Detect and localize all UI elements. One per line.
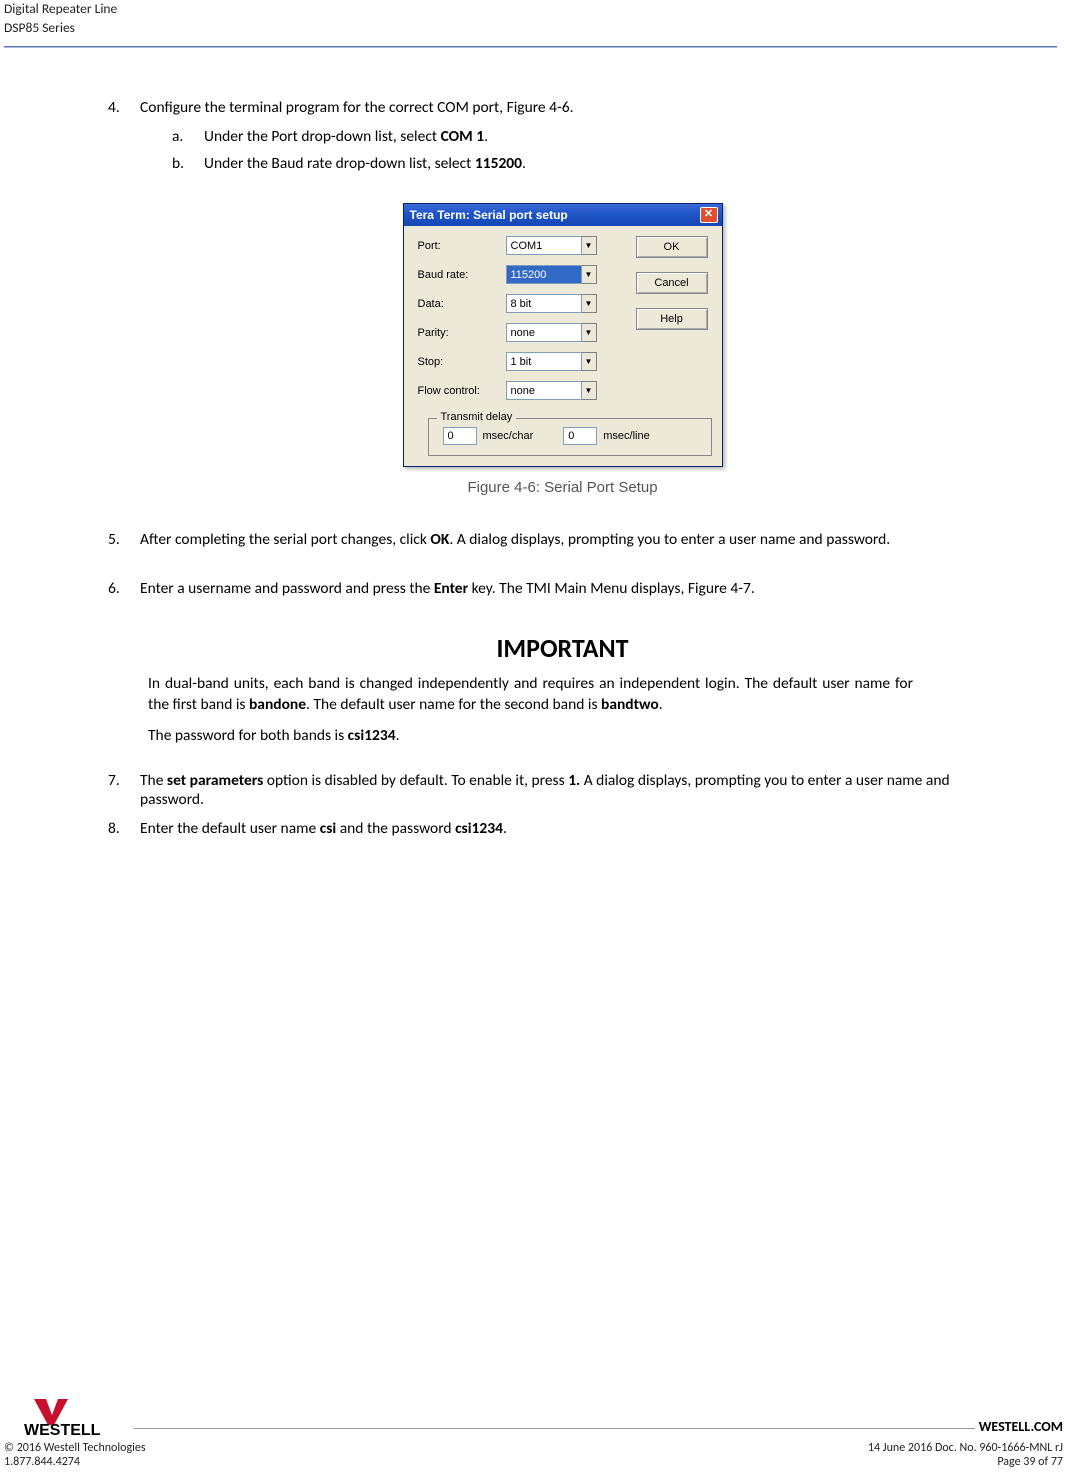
step5-post: . A dialog displays, prompting you to en… — [449, 530, 890, 549]
important-p2c: . — [396, 726, 400, 745]
transmit-delay-group: Transmit delay 0 msec/char 0 msec/line — [428, 418, 712, 456]
svg-text:WESTELL: WESTELL — [24, 1422, 101, 1437]
step4a-text: Under the Port drop-down list, select CO… — [204, 127, 1017, 146]
step8-post: . — [503, 819, 507, 838]
step4a-pre: Under the Port drop-down list, select — [204, 127, 441, 146]
close-icon[interactable]: ✕ — [700, 207, 718, 223]
step6-bold: Enter — [434, 579, 468, 598]
msec-char-input[interactable]: 0 — [443, 427, 477, 445]
important-bandtwo: bandtwo — [601, 695, 659, 714]
data-label: Data: — [418, 298, 506, 310]
important-heading: IMPORTANT — [108, 632, 1017, 664]
step8-mid: and the password — [336, 819, 455, 838]
step8-pre: Enter the default user name — [140, 819, 320, 838]
step4a-bold: COM 1 — [441, 127, 484, 146]
step5-text: After completing the serial port changes… — [140, 530, 1017, 549]
header-line1: Digital Repeater Line — [4, 0, 1057, 19]
step7-mid: option is disabled by default. To enable… — [263, 771, 568, 790]
msec-line-unit: msec/line — [603, 430, 649, 442]
transmit-legend: Transmit delay — [437, 411, 517, 423]
step4b-bold: 115200 — [475, 154, 522, 173]
step4a-post: . — [484, 127, 488, 146]
dialog-title: Tera Term: Serial port setup — [410, 208, 568, 222]
important-p2: The password for both bands is csi1234. — [148, 726, 913, 747]
step4b-number: b. — [172, 154, 204, 173]
step8-text: Enter the default user name csi and the … — [140, 819, 1017, 838]
chevron-down-icon[interactable]: ▼ — [582, 236, 597, 255]
step5-pre: After completing the serial port changes… — [140, 530, 430, 549]
footer-page: Page 39 of 77 — [997, 1455, 1063, 1469]
footer-docline: 14 June 2016 Doc. No. 960-1666-MNL rJ — [868, 1441, 1063, 1455]
important-p1c: . — [659, 695, 663, 714]
help-button[interactable]: Help — [636, 308, 708, 330]
westell-logo: WESTELL — [24, 1397, 134, 1437]
footer-brand: WESTELL.COM — [979, 1418, 1063, 1435]
parity-select[interactable]: none — [506, 323, 582, 342]
step6-post: key. The TMI Main Menu displays, Figure … — [468, 579, 755, 598]
data-select[interactable]: 8 bit — [506, 294, 582, 313]
important-password: csi1234 — [348, 726, 396, 745]
step4b-text: Under the Baud rate drop-down list, sele… — [204, 154, 1017, 173]
step5-bold: OK — [430, 530, 449, 549]
msec-char-unit: msec/char — [483, 430, 534, 442]
important-bandone: bandone — [249, 695, 306, 714]
step6-pre: Enter a username and password and press … — [140, 579, 434, 598]
chevron-down-icon[interactable]: ▼ — [582, 265, 597, 284]
step8-bold1: csi — [320, 819, 336, 838]
flow-label: Flow control: — [418, 385, 506, 397]
header-line2: DSP85 Series — [4, 19, 1057, 38]
cancel-button[interactable]: Cancel — [636, 272, 708, 294]
step4-text: Configure the terminal program for the c… — [140, 98, 1017, 117]
chevron-down-icon[interactable]: ▼ — [582, 381, 597, 400]
chevron-down-icon[interactable]: ▼ — [582, 352, 597, 371]
important-p1b: . The default user name for the second b… — [306, 695, 601, 714]
chevron-down-icon[interactable]: ▼ — [582, 323, 597, 342]
header-rule — [4, 46, 1057, 48]
step7-number: 7. — [108, 771, 140, 809]
chevron-down-icon[interactable]: ▼ — [582, 294, 597, 313]
step4b-post: . — [522, 154, 526, 173]
step7-bold2: 1. — [568, 771, 580, 790]
figure-caption: Figure 4-6: Serial Port Setup — [108, 479, 1017, 496]
step8-bold2: csi1234 — [455, 819, 503, 838]
flow-select[interactable]: none — [506, 381, 582, 400]
important-p2a: The password for both bands is — [148, 726, 348, 745]
step6-number: 6. — [108, 579, 140, 598]
step7-bold1: set parameters — [167, 771, 263, 790]
baud-label: Baud rate: — [418, 269, 506, 281]
step4a-number: a. — [172, 127, 204, 146]
port-label: Port: — [418, 240, 506, 252]
step8-number: 8. — [108, 819, 140, 838]
important-p1: In dual-band units, each band is changed… — [148, 674, 913, 716]
step6-text: Enter a username and password and press … — [140, 579, 1017, 598]
port-select[interactable]: COM1 — [506, 236, 582, 255]
step4b-pre: Under the Baud rate drop-down list, sele… — [204, 154, 475, 173]
step7-pre: The — [140, 771, 167, 790]
ok-button[interactable]: OK — [636, 236, 708, 258]
footer-copyright: © 2016 Westell Technologies — [4, 1441, 146, 1455]
step4-number: 4. — [108, 98, 140, 117]
msec-line-input[interactable]: 0 — [563, 427, 597, 445]
footer-rule — [134, 1428, 975, 1429]
serial-port-dialog: Tera Term: Serial port setup ✕ Port: COM… — [403, 203, 723, 467]
baud-select[interactable]: 115200 — [506, 265, 582, 284]
step5-number: 5. — [108, 530, 140, 549]
dialog-titlebar: Tera Term: Serial port setup ✕ — [404, 204, 722, 226]
parity-label: Parity: — [418, 327, 506, 339]
stop-select[interactable]: 1 bit — [506, 352, 582, 371]
stop-label: Stop: — [418, 356, 506, 368]
step7-text: The set parameters option is disabled by… — [140, 771, 1017, 809]
footer-phone: 1.877.844.4274 — [4, 1455, 80, 1469]
